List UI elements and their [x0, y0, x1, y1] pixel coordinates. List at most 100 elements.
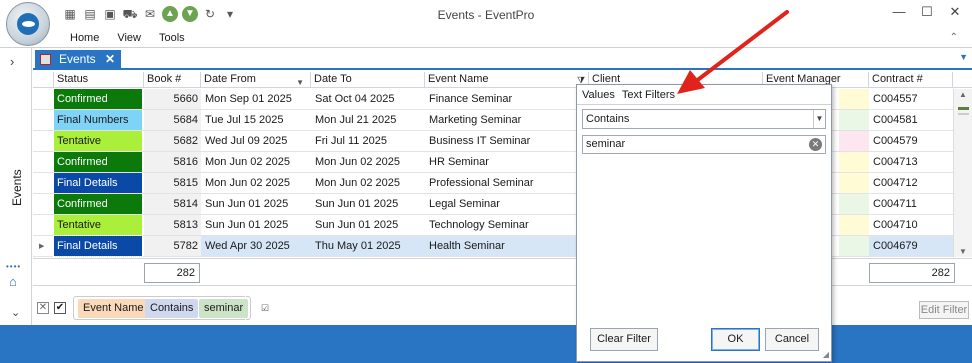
- column-header-event-name[interactable]: Event Name ⧩: [425, 72, 589, 88]
- document-tabs: Events ✕ ▼: [33, 50, 972, 70]
- contract-cell[interactable]: C004713: [869, 152, 953, 172]
- event-name-cell[interactable]: Legal Seminar: [425, 194, 577, 214]
- contract-cell[interactable]: C004712: [869, 173, 953, 193]
- date-from-cell[interactable]: Mon Jun 02 2025: [201, 152, 311, 172]
- date-to-cell[interactable]: Sun Jun 01 2025: [311, 215, 425, 235]
- column-header-date-to[interactable]: Date To: [311, 72, 425, 88]
- grip-dots-icon[interactable]: ••••: [6, 262, 21, 271]
- event-manager-cell[interactable]: [839, 173, 869, 193]
- status-cell[interactable]: Tentative: [54, 215, 142, 235]
- date-to-cell[interactable]: Mon Jul 21 2025: [311, 110, 425, 130]
- home-icon[interactable]: ⌂: [9, 274, 17, 289]
- ok-button[interactable]: OK: [711, 328, 760, 351]
- date-from-cell[interactable]: Sun Jun 01 2025: [201, 215, 311, 235]
- minimize-button[interactable]: —: [890, 4, 908, 20]
- date-to-cell[interactable]: Thu May 01 2025: [311, 236, 425, 256]
- event-manager-cell[interactable]: [839, 236, 869, 256]
- date-to-cell[interactable]: Fri Jul 11 2025: [311, 131, 425, 151]
- filter-mru-checkbox[interactable]: ☑: [261, 303, 269, 314]
- contract-cell[interactable]: C004557: [869, 89, 953, 109]
- scroll-up-icon[interactable]: ▲: [959, 90, 967, 99]
- menu-tools[interactable]: Tools: [159, 32, 185, 44]
- tab-list-dropdown-icon[interactable]: ▼: [959, 52, 968, 62]
- filter-chip-field[interactable]: Event Name: [78, 299, 149, 318]
- event-manager-cell[interactable]: [839, 110, 869, 130]
- column-header-status[interactable]: Status: [54, 72, 144, 88]
- date-to-cell[interactable]: Mon Jun 02 2025: [311, 173, 425, 193]
- tab-events[interactable]: Events ✕: [35, 50, 121, 70]
- scroll-marker: [958, 113, 969, 115]
- date-to-cell[interactable]: Sat Oct 04 2025: [311, 89, 425, 109]
- event-manager-cell[interactable]: [839, 131, 869, 151]
- close-button[interactable]: ✕: [946, 4, 964, 20]
- contract-cell[interactable]: C004711: [869, 194, 953, 214]
- enable-filter-checkbox[interactable]: ✔: [54, 302, 66, 314]
- book-cell[interactable]: 5782: [144, 236, 201, 256]
- tab-values[interactable]: Values: [582, 89, 615, 101]
- event-name-cell[interactable]: Technology Seminar: [425, 215, 577, 235]
- status-cell[interactable]: Final Numbers: [54, 110, 142, 130]
- date-from-cell[interactable]: Mon Jun 02 2025: [201, 173, 311, 193]
- clear-filter-button[interactable]: Clear Filter: [590, 328, 658, 351]
- chevron-right-icon[interactable]: ›: [10, 54, 14, 69]
- book-cell[interactable]: 5814: [144, 194, 201, 214]
- maximize-button[interactable]: ☐: [918, 4, 936, 20]
- status-cell[interactable]: Final Details: [53, 235, 143, 257]
- book-cell[interactable]: 5815: [144, 173, 201, 193]
- filter-operator-select[interactable]: Contains ▼: [582, 109, 826, 129]
- grid-vertical-scrollbar[interactable]: ▲ ▼: [953, 89, 972, 257]
- filter-chip-value[interactable]: seminar: [199, 299, 249, 318]
- scroll-thumb[interactable]: [958, 107, 969, 110]
- chevron-down-icon[interactable]: ▼: [813, 110, 825, 128]
- book-cell[interactable]: 5813: [144, 215, 201, 235]
- book-cell[interactable]: 5682: [144, 131, 201, 151]
- event-manager-cell[interactable]: [839, 194, 869, 214]
- ribbon-collapse-icon[interactable]: ⌃: [950, 32, 958, 43]
- filter-value-input[interactable]: seminar ✕: [582, 135, 826, 154]
- event-name-cell[interactable]: Business IT Seminar: [425, 131, 577, 151]
- cancel-button[interactable]: Cancel: [765, 328, 819, 351]
- contract-cell[interactable]: C004710: [869, 215, 953, 235]
- event-name-cell[interactable]: HR Seminar: [425, 152, 577, 172]
- event-name-cell[interactable]: Professional Seminar: [425, 173, 577, 193]
- book-cell[interactable]: 5816: [144, 152, 201, 172]
- date-from-cell[interactable]: Sun Jun 01 2025: [201, 194, 311, 214]
- event-name-cell[interactable]: Health Seminar: [425, 236, 577, 256]
- date-from-cell[interactable]: Wed Apr 30 2025: [201, 236, 311, 256]
- menu-home[interactable]: Home: [70, 32, 99, 44]
- edit-filter-button[interactable]: Edit Filter: [919, 301, 969, 319]
- event-manager-cell[interactable]: [839, 89, 869, 109]
- status-cell[interactable]: Final Details: [54, 173, 142, 193]
- contract-cell[interactable]: C004679: [869, 236, 953, 256]
- contract-cell[interactable]: C004579: [869, 131, 953, 151]
- event-manager-cell[interactable]: [839, 215, 869, 235]
- column-header-book[interactable]: Book #: [144, 72, 201, 88]
- event-name-cell[interactable]: Finance Seminar: [425, 89, 577, 109]
- status-cell[interactable]: Confirmed: [54, 89, 142, 109]
- scroll-down-icon[interactable]: ▼: [959, 247, 967, 256]
- date-from-cell[interactable]: Tue Jul 15 2025: [201, 110, 311, 130]
- chevron-down-icon[interactable]: ⌄: [11, 306, 20, 319]
- date-to-cell[interactable]: Mon Jun 02 2025: [311, 152, 425, 172]
- column-header-contract[interactable]: Contract #: [869, 72, 953, 88]
- contract-cell[interactable]: C004581: [869, 110, 953, 130]
- status-cell[interactable]: Tentative: [54, 131, 142, 151]
- event-manager-cell[interactable]: [839, 152, 869, 172]
- column-header-date-from[interactable]: Date From ▼: [201, 72, 311, 88]
- status-cell[interactable]: Confirmed: [54, 152, 142, 172]
- resize-grip-icon[interactable]: ◢: [823, 350, 829, 359]
- tab-text-filters[interactable]: Text Filters: [622, 89, 675, 101]
- date-to-cell[interactable]: Sun Jun 01 2025: [311, 194, 425, 214]
- tab-close-icon[interactable]: ✕: [105, 50, 115, 69]
- sidebar-events-label[interactable]: Events: [2, 148, 30, 208]
- book-cell[interactable]: 5684: [144, 110, 201, 130]
- status-cell[interactable]: Confirmed: [54, 194, 142, 214]
- menu-view[interactable]: View: [117, 32, 141, 44]
- date-from-cell[interactable]: Wed Jul 09 2025: [201, 131, 311, 151]
- book-cell[interactable]: 5660: [144, 89, 201, 109]
- clear-input-icon[interactable]: ✕: [809, 138, 822, 151]
- filter-chip-operator[interactable]: Contains: [145, 299, 199, 318]
- event-name-cell[interactable]: Marketing Seminar: [425, 110, 577, 130]
- date-from-cell[interactable]: Mon Sep 01 2025: [201, 89, 311, 109]
- clear-filter-icon[interactable]: ✕: [37, 302, 49, 314]
